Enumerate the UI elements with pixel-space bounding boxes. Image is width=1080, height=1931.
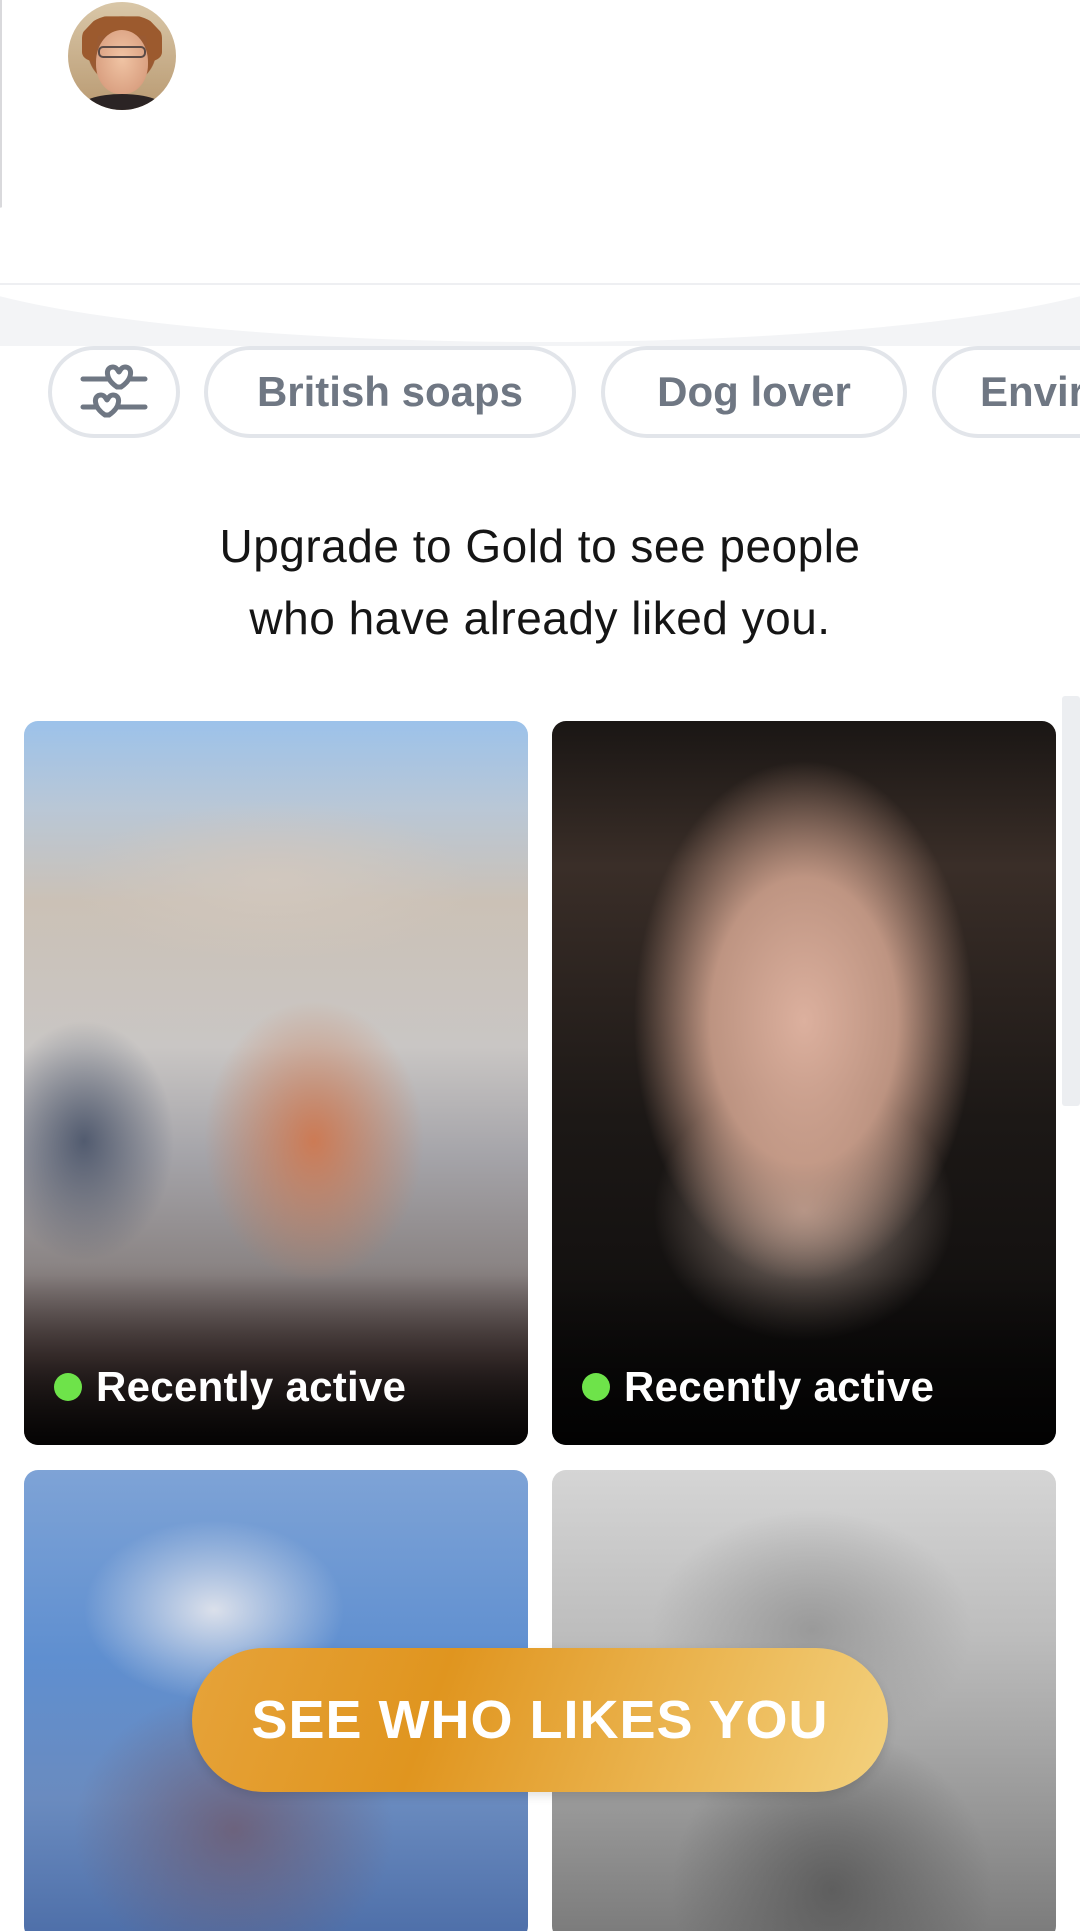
- upgrade-message-line-2: who have already liked you.: [249, 592, 831, 644]
- filter-button[interactable]: [48, 346, 180, 438]
- upgrade-message: Upgrade to Gold to see people who have a…: [120, 510, 960, 654]
- upgrade-message-line-1: Upgrade to Gold to see people: [219, 520, 861, 572]
- see-who-likes-you-button[interactable]: SEE WHO LIKES YOU: [192, 1648, 888, 1792]
- card-shade: [24, 1275, 528, 1445]
- status-label: Recently active: [624, 1363, 935, 1410]
- active-dot-icon: [582, 1373, 610, 1401]
- chip-dog-lover[interactable]: Dog lover: [601, 346, 907, 438]
- chip-envir[interactable]: Envir: [932, 346, 1080, 438]
- card-shade: [552, 1275, 1056, 1445]
- header-divider: [0, 283, 1080, 285]
- avatar-face: [96, 30, 148, 94]
- like-card[interactable]: Recently active: [24, 721, 528, 1445]
- heart-slider-filter-icon: [80, 364, 148, 418]
- header-curve: [0, 162, 1080, 346]
- filter-chips: British soaps Dog lover Envir: [0, 346, 1080, 442]
- status-label: Recently active: [96, 1363, 407, 1410]
- active-dot-icon: [54, 1373, 82, 1401]
- recently-active-status: Recently active: [582, 1363, 934, 1411]
- profile-avatar[interactable]: [68, 2, 176, 110]
- chip-british-soaps[interactable]: British soaps: [204, 346, 576, 438]
- recently-active-status: Recently active: [54, 1363, 406, 1411]
- avatar-glasses: [98, 46, 146, 58]
- like-card[interactable]: Recently active: [552, 721, 1056, 1445]
- scroll-indicator: [1062, 696, 1080, 1106]
- avatar-shirt: [78, 94, 166, 110]
- likes-screen: 63 likes Top Picks British soaps Dog lov…: [0, 0, 1080, 1931]
